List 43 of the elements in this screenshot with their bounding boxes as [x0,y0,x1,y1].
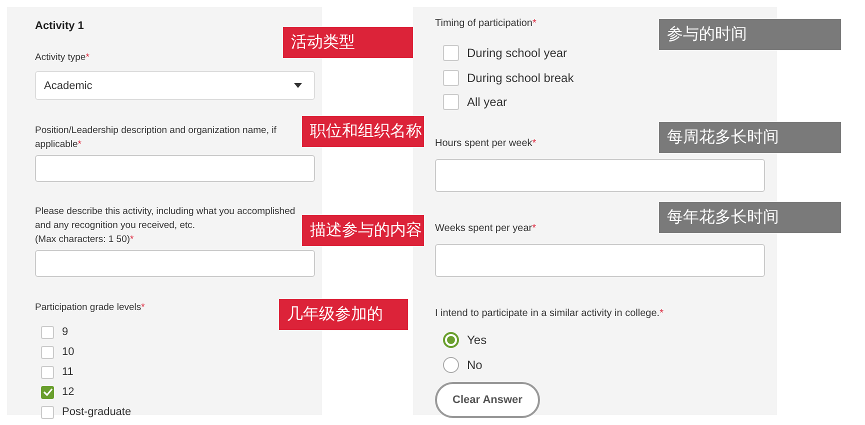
option-label: 12 [62,386,74,398]
checkbox[interactable] [41,386,54,398]
field-label: Participation grade levels* [35,301,145,315]
field-label: Hours spent per week* [435,136,536,150]
field-label: Please describe this activity, including what you accomplished and any recognition you received, etc. (Max characters: 1 50)* [35,205,296,247]
section-title: Activity 1 [35,19,85,33]
checkbox[interactable] [41,406,54,418]
checkbox[interactable] [41,346,54,358]
field-label: Weeks spent per year* [435,222,536,236]
option-label: No [467,358,482,372]
input-field[interactable] [435,158,765,192]
checkbox[interactable] [443,45,459,62]
annotation-label: 活动类型 [283,27,413,58]
field-label: Activity type* [35,51,90,65]
option-label: 11 [62,366,74,378]
option-label: Yes [467,333,487,347]
option-label: Post-graduate [62,406,132,418]
radio-button[interactable] [443,332,459,348]
checkbox[interactable] [41,366,54,378]
annotation-label: 每周花多长时间 [659,122,841,153]
option-label: During school year [467,46,568,60]
option-label: During school break [467,70,574,85]
input-field[interactable] [35,155,315,182]
caret-icon [294,83,302,88]
input-field[interactable] [35,250,315,277]
annotation-label: 几年级参加的 [279,299,408,330]
input-field[interactable] [435,244,765,276]
option-label: 9 [62,326,68,338]
field-label: Position/Leadership description and organization name, if applicable* [35,124,278,152]
annotation-label: 每年花多长时间 [659,202,841,233]
checkbox[interactable] [41,326,54,338]
checkbox[interactable] [443,94,459,110]
field-label: I intend to participate in a similar activity in college.* [435,306,664,320]
radio-button[interactable] [443,357,459,373]
checkbox[interactable] [443,70,459,86]
clear-answer-button[interactable]: Clear Answer [435,382,540,418]
annotation-label: 参与的时间 [659,19,841,50]
annotation-label: 职位和组织名称 [302,116,424,147]
annotation-label: 描述参与的内容 [302,215,424,246]
select-dropdown[interactable]: Academic [35,71,315,100]
field-label: Timing of participation* [435,17,536,31]
option-label: 10 [62,346,74,358]
option-label: All year [467,95,508,110]
